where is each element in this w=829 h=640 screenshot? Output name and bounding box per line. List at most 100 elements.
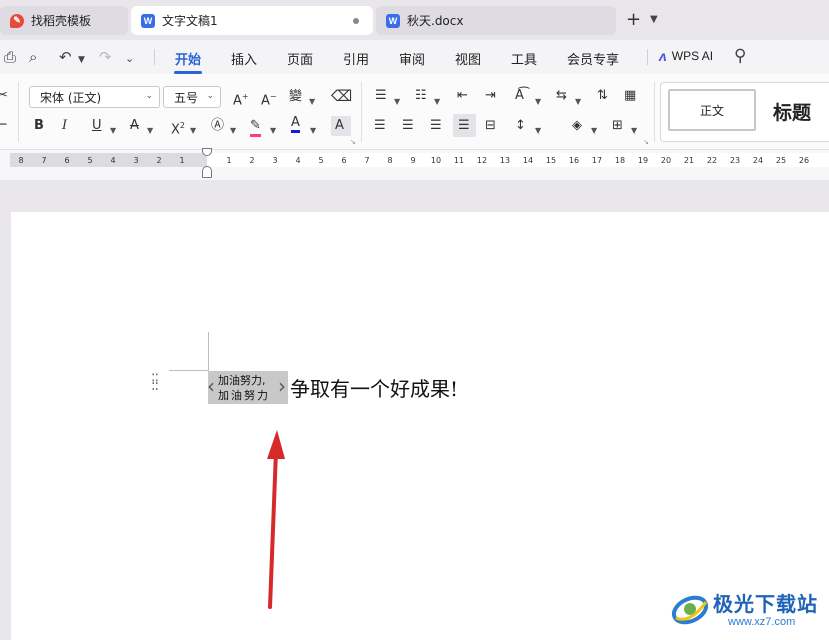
highlight-icon[interactable]: ✎ [250,118,261,137]
ruler-number: 7 [41,156,47,165]
chevron-down-icon[interactable]: ▼ [190,123,196,139]
wps-writer-icon: W [141,13,155,28]
align-left-icon[interactable]: ☰ [374,118,386,134]
borders-icon[interactable]: ⊞ [612,118,623,134]
body-text[interactable]: 争取有一个好成果! [290,373,458,402]
search-icon[interactable]: ⚲ [734,46,746,66]
chevron-down-icon[interactable]: ▼ [270,123,276,139]
ruler-number: 21 [683,156,695,165]
paragraph-shading-icon[interactable]: ◈ [572,118,582,134]
line-spacing-icon[interactable]: ↕ [515,118,526,134]
menu-tools[interactable]: 工具 [511,49,537,68]
change-case-icon[interactable]: A͡ [515,88,524,104]
style-normal-label: 正文 [699,103,724,118]
ruler-number: 5 [87,156,93,165]
font-color-icon[interactable]: A [291,116,300,133]
menu-review[interactable]: 审阅 [399,49,425,68]
chevron-down-icon[interactable]: ▼ [434,94,440,110]
phonetic-guide-icon[interactable]: 變 [289,89,302,105]
numbered-list-icon[interactable]: ☷ [415,88,427,104]
redo-icon[interactable]: ↷ [99,48,112,66]
left-indent-handle[interactable] [202,166,212,178]
chevron-down-icon[interactable]: ▼ [309,94,315,110]
undo-dropdown-icon[interactable]: ▼ [78,51,85,69]
cut-icon[interactable]: ✂ [0,88,8,104]
bold-icon[interactable]: B [34,118,44,134]
ruler-number: 22 [706,156,718,165]
ruler-number: 20 [660,156,672,165]
new-tab-button[interactable]: + [626,11,641,29]
combined-line-1: 加油努力, [218,374,266,387]
format-painter-icon[interactable]: ⌐ [0,118,8,134]
clear-format-icon[interactable]: ⌫ [331,88,352,104]
chevron-down-icon[interactable]: ▼ [575,94,581,110]
font-dialog-launcher-icon[interactable]: ↘ [350,138,356,146]
underline-icon[interactable]: U [92,118,102,134]
ruler-number: 7 [364,156,370,165]
unsaved-indicator-icon[interactable] [353,18,359,24]
document-page[interactable] [11,212,829,640]
ribbon-home: ✂ ⌐ 宋体 (正文) ⌄ 五号 ⌄ A+ A− 變 ▼ ⌫ B I U ▼ A… [0,74,829,150]
docer-icon: ✎ [10,13,24,28]
character-shading-label-icon: A [335,118,344,133]
chevron-down-icon[interactable]: ▼ [310,123,316,139]
text-direction-icon[interactable]: ⇆ [556,88,567,104]
menu-member[interactable]: 会员专享 [567,49,619,68]
ruler-number: 8 [387,156,393,165]
menu-home[interactable]: 开始 [175,49,201,68]
chevron-down-icon[interactable]: ▼ [535,94,541,110]
menu-insert[interactable]: 插入 [231,49,257,68]
menu-view[interactable]: 视图 [455,49,481,68]
sort-icon[interactable]: ⇅ [597,88,608,104]
menu-bar: ⎙ ⌕ ↶ ▼ ↷ ⌄ 开始 插入 页面 引用 审阅 视图 工具 会员专享 ʌ … [0,40,829,74]
tab-label: 找稻壳模板 [31,14,92,28]
superscript-icon[interactable]: X2 [171,118,185,138]
tab-autumn-docx[interactable]: W 秋天.docx [376,6,616,35]
chevron-down-icon[interactable]: ▼ [631,123,637,139]
strikethrough-icon[interactable]: A [130,118,139,134]
quick-access-chevron-icon[interactable]: ⌄ [125,50,134,68]
print-preview-icon[interactable]: ⌕ [29,48,37,66]
increase-indent-icon[interactable]: ⇥ [485,88,496,104]
text-effect-icon[interactable]: Ⓐ [211,118,224,134]
print-icon[interactable]: ⎙ [4,48,16,66]
horizontal-ruler[interactable]: 8 7 6 5 4 3 2 1 1 2 3 4 5 6 7 8 9 10 11 12 13 14 15 16 17 18 19 20 2… [10,153,829,167]
chevron-down-icon[interactable]: ▼ [535,123,541,139]
tab-document-1[interactable]: W 文字文稿1 [131,6,373,35]
chevron-down-icon[interactable]: ▼ [147,123,153,139]
align-center-icon[interactable]: ☰ [402,118,414,134]
wps-ai-button[interactable]: ʌ WPS AI [659,48,713,64]
ruler-number: 18 [614,156,626,165]
increase-font-icon[interactable]: A+ [233,89,249,109]
paragraph-dialog-launcher-icon[interactable]: ↘ [643,138,649,146]
chevron-down-icon[interactable]: ▼ [110,123,116,139]
decrease-indent-icon[interactable]: ⇤ [457,88,468,104]
paragraph-drag-handle-icon[interactable]: ⁚⁚ ⁚⁚ [151,373,161,393]
tab-list-chevron-icon[interactable]: ▼ [650,14,658,25]
tab-label: 文字文稿1 [162,14,218,28]
show-marks-icon[interactable]: ▦ [624,88,636,104]
chevron-down-icon[interactable]: ▼ [394,94,400,110]
watermark-logo-icon [671,595,709,625]
font-name-select[interactable]: 宋体 (正文) ⌄ [29,86,160,108]
chevron-down-icon[interactable]: ▼ [591,123,597,139]
italic-icon[interactable]: I [62,118,67,134]
margin-mark-horizontal [169,370,209,371]
tab-docer-templates[interactable]: ✎ 找稻壳模板 [0,6,128,35]
chevron-down-icon[interactable]: ▼ [230,123,236,139]
decrease-font-icon[interactable]: A− [261,89,277,109]
ruler-number: 5 [318,156,324,165]
combined-characters-selection[interactable]: ‹ 加油努力, 加油努力 › [207,371,288,404]
undo-icon[interactable]: ↶ [59,48,72,66]
menu-page[interactable]: 页面 [287,49,313,68]
distributed-align-icon[interactable]: ⊟ [485,118,496,134]
font-size-value: 五号 [174,90,199,105]
ruler-number: 19 [637,156,649,165]
align-justify-icon[interactable]: ☰ [458,118,470,134]
style-heading[interactable]: 标题 [773,98,811,125]
menu-references[interactable]: 引用 [343,49,369,68]
align-right-icon[interactable]: ☰ [430,118,442,134]
font-size-select[interactable]: 五号 ⌄ [163,86,221,108]
bullet-list-icon[interactable]: ☰ [375,88,387,104]
style-normal[interactable]: 正文 [668,89,756,131]
